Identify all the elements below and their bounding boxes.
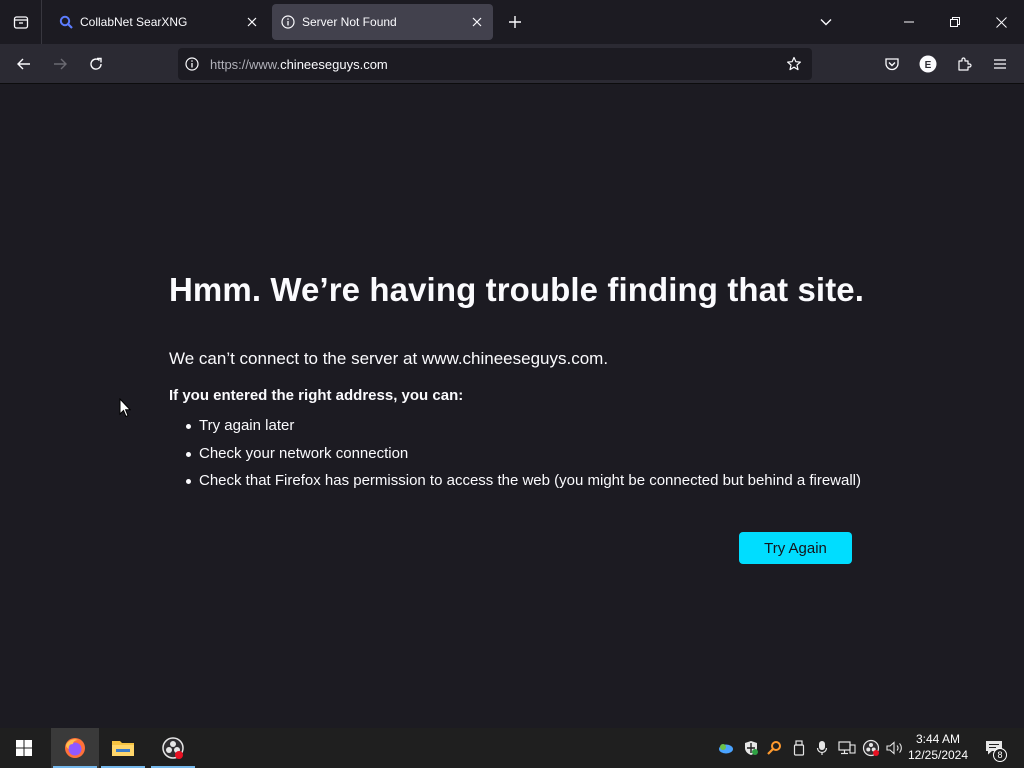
site-info-button[interactable] (178, 48, 206, 80)
tray-network[interactable] (835, 728, 859, 768)
clock-date: 12/25/2024 (907, 748, 969, 762)
try-again-button[interactable]: Try Again (739, 532, 852, 564)
taskbar-file-explorer[interactable] (99, 728, 147, 768)
tab-label: Server Not Found (302, 15, 397, 29)
list-item: Try again later (186, 416, 869, 444)
info-icon (185, 57, 199, 71)
tray-usb[interactable] (787, 728, 811, 768)
plus-icon (509, 16, 521, 28)
mouse-cursor-icon (119, 398, 131, 418)
tray-obs[interactable] (859, 728, 883, 768)
close-icon (995, 16, 1007, 28)
tray-microphone[interactable] (810, 728, 834, 768)
arrow-left-icon (17, 58, 30, 70)
restore-icon (950, 17, 960, 27)
close-icon (472, 17, 482, 27)
firefox-view-button[interactable] (0, 0, 42, 44)
clock-time: 3:44 AM (915, 732, 961, 746)
pocket-button[interactable] (876, 48, 908, 80)
hamburger-icon (994, 59, 1006, 69)
microphone-icon (816, 741, 828, 755)
minimize-button[interactable] (886, 0, 932, 44)
reload-button[interactable] (80, 48, 112, 80)
tab-searxng[interactable]: CollabNet SearXNG (50, 4, 268, 40)
magnifier-icon (767, 741, 781, 755)
error-content: Hmm. We’re having trouble finding that s… (169, 271, 869, 499)
close-tab-button[interactable] (240, 10, 264, 34)
search-icon (58, 14, 74, 30)
url-text[interactable]: https://www.chineeseguys.com (210, 57, 388, 72)
pocket-icon (885, 58, 899, 71)
tray-search-tool[interactable] (762, 728, 786, 768)
bookmark-button[interactable] (780, 48, 808, 80)
reload-icon (90, 57, 102, 70)
suggestions-heading: If you entered the right address, you ca… (169, 387, 464, 404)
url-host: chineeseguys.com (280, 56, 388, 72)
taskbar-firefox[interactable] (51, 728, 99, 768)
usb-drive-icon (793, 740, 805, 756)
navigation-toolbar: https://www.chineeseguys.com E (0, 44, 1024, 84)
action-center-button[interactable]: 8 (980, 728, 1008, 768)
windows-taskbar: 3:44 AM 12/25/2024 8 (0, 728, 1024, 768)
restore-button[interactable] (932, 0, 978, 44)
puzzle-icon (958, 57, 972, 71)
suggestions-list: Try again later Check your network conne… (186, 416, 869, 499)
windows-logo-icon (16, 740, 32, 756)
page-title: Hmm. We’re having trouble finding that s… (169, 271, 865, 308)
list-all-tabs-button[interactable] (814, 10, 838, 34)
app-menu-button[interactable] (984, 48, 1016, 80)
shield-icon (745, 741, 758, 755)
arrow-right-icon (54, 58, 67, 70)
close-icon (247, 17, 257, 27)
system-clock[interactable]: 3:44 AM 12/25/2024 (906, 731, 970, 763)
account-button[interactable]: E (912, 48, 944, 80)
chevron-down-icon (820, 19, 832, 26)
list-item: Check your network connection (186, 444, 869, 472)
firefox-view-icon (13, 16, 28, 29)
tab-label: CollabNet SearXNG (80, 15, 188, 29)
close-tab-button[interactable] (465, 10, 489, 34)
notification-badge: 8 (993, 748, 1007, 762)
start-button[interactable] (0, 728, 48, 768)
obs-icon (862, 739, 880, 757)
address-bar[interactable]: https://www.chineeseguys.com (178, 48, 812, 80)
tray-volume[interactable] (883, 728, 907, 768)
info-icon (280, 14, 296, 30)
url-prefix: https://www. (210, 56, 281, 72)
tab-strip: CollabNet SearXNG Server Not Found (0, 0, 1024, 44)
svg-text:E: E (925, 60, 932, 71)
error-description: We can’t connect to the server at www.ch… (169, 349, 609, 368)
error-page: Hmm. We’re having trouble finding that s… (0, 85, 1024, 728)
extensions-button[interactable] (948, 48, 980, 80)
tray-security[interactable] (739, 728, 763, 768)
list-item: Check that Firefox has permission to acc… (186, 471, 869, 499)
tray-onedrive[interactable] (714, 728, 738, 768)
taskbar-obs[interactable] (149, 728, 197, 768)
cloud-sync-icon (719, 744, 733, 754)
tab-server-not-found[interactable]: Server Not Found (272, 4, 493, 40)
obs-recording-icon (162, 737, 184, 759)
network-icon (838, 741, 856, 755)
speaker-icon (886, 741, 902, 755)
star-icon (787, 56, 801, 71)
avatar-icon: E (919, 55, 937, 73)
new-tab-button[interactable] (503, 10, 527, 34)
forward-button[interactable] (44, 48, 76, 80)
minimize-icon (904, 21, 914, 23)
back-button[interactable] (8, 48, 40, 80)
folder-icon (112, 741, 134, 756)
close-window-button[interactable] (978, 0, 1024, 44)
firefox-icon (65, 738, 85, 758)
